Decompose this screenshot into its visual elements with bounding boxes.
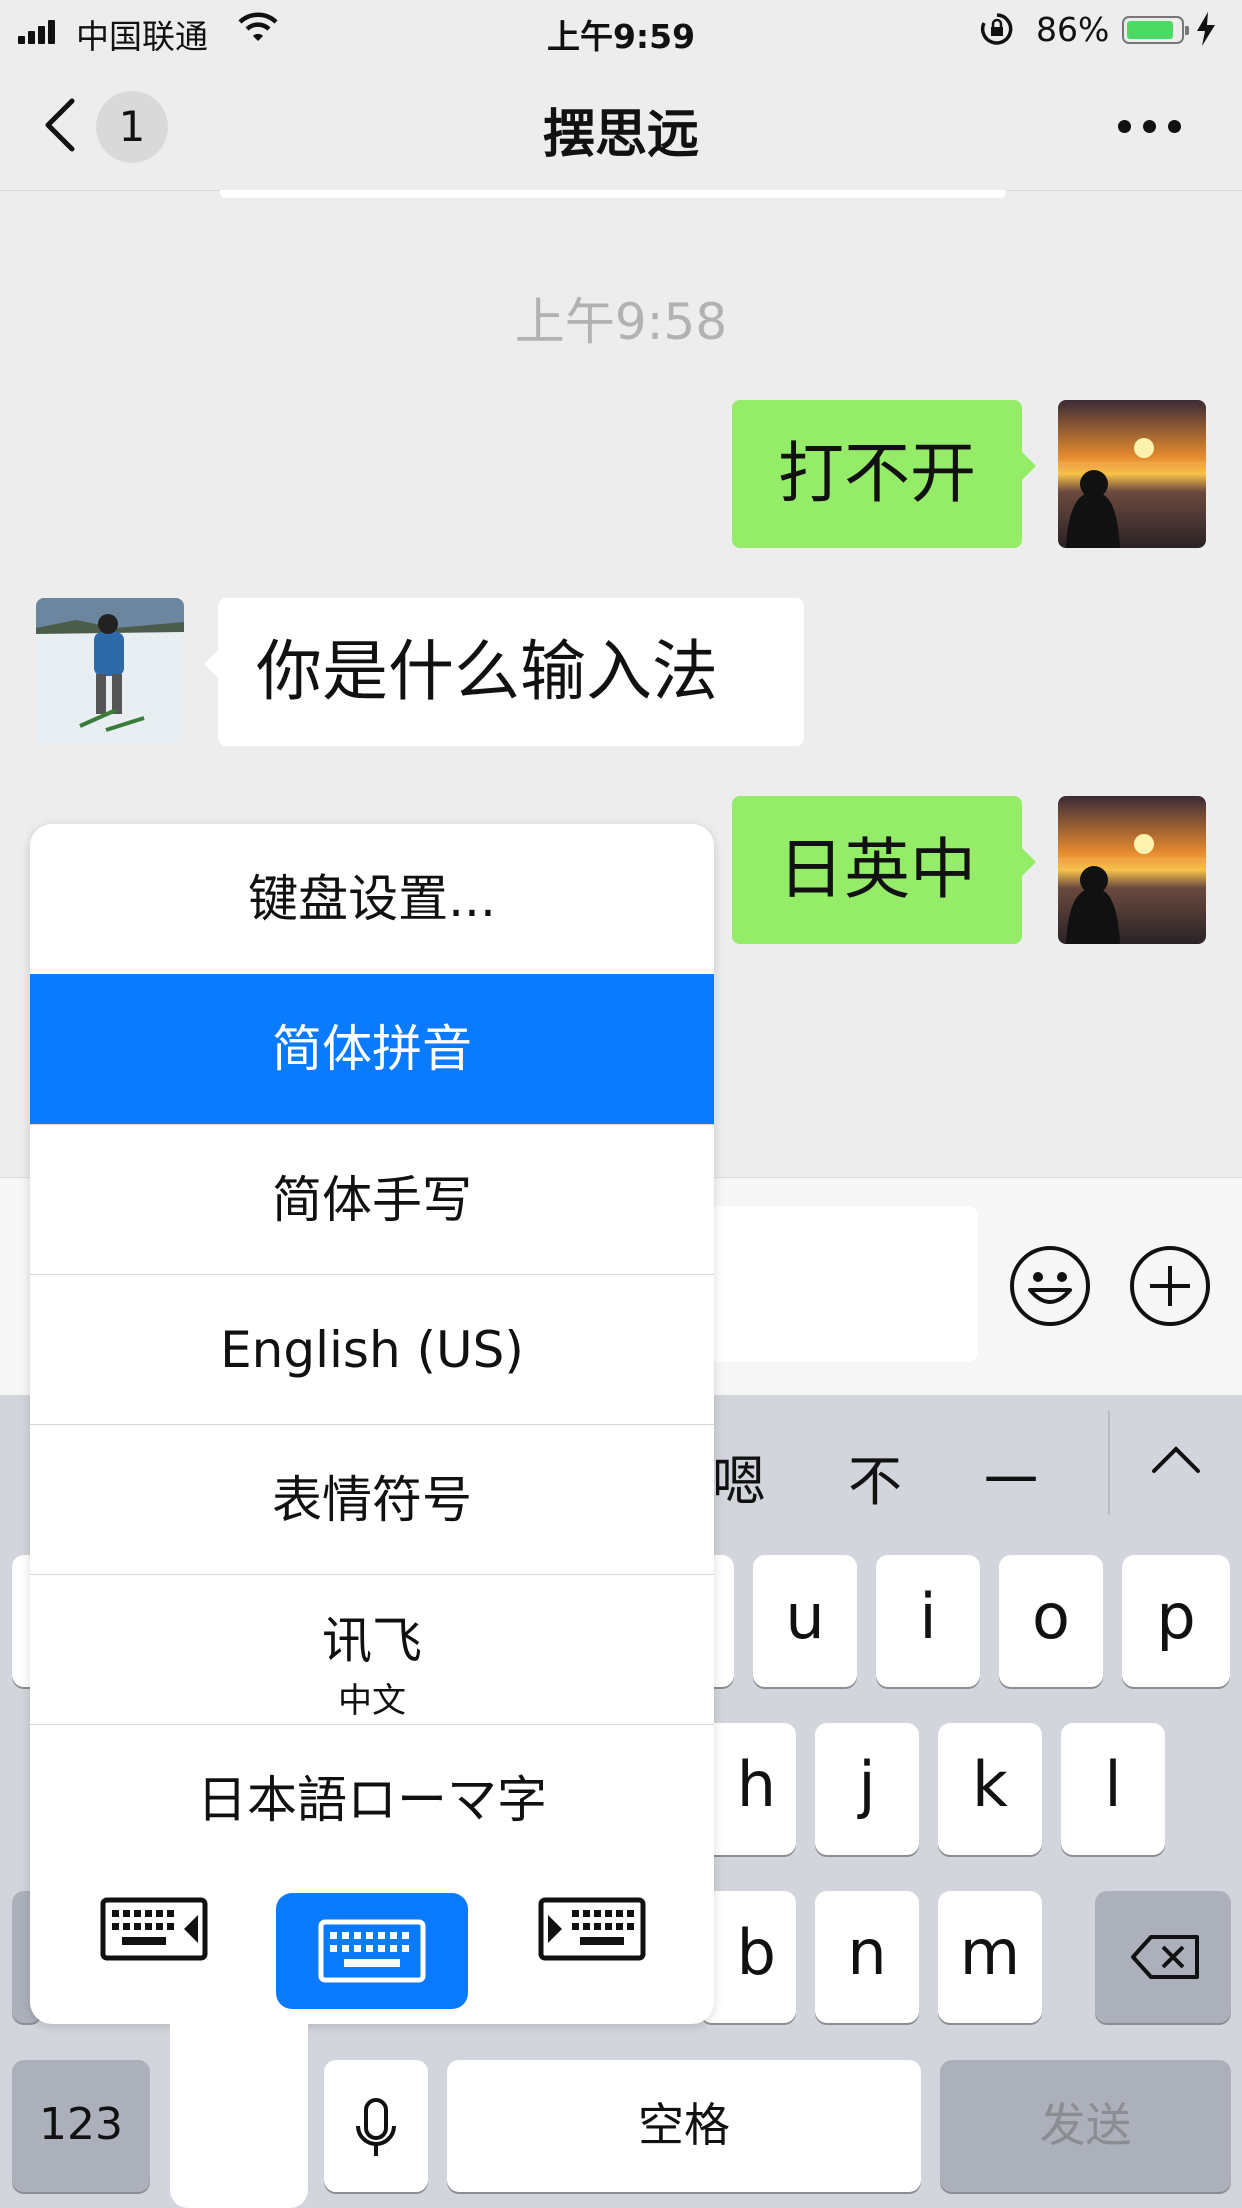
key-m[interactable]: m (938, 1891, 1042, 2023)
candidate-word[interactable]: 不 (848, 1437, 902, 1516)
previous-message-edge (220, 190, 1006, 198)
charging-bolt-icon (1197, 12, 1215, 46)
avatar-self[interactable] (1058, 400, 1206, 548)
message-bubble-received[interactable]: 你是什么输入法 (204, 598, 804, 746)
key-j[interactable]: j (815, 1723, 919, 1855)
candidate-word[interactable]: 嗯 (712, 1437, 766, 1516)
input-method-item[interactable]: 简体手写 (30, 1124, 714, 1274)
numbers-key[interactable]: 123 (12, 2060, 150, 2192)
input-method-sublabel: 中文 (338, 1681, 406, 1721)
avatar-self[interactable] (1058, 796, 1206, 944)
dictation-key[interactable] (324, 2060, 428, 2192)
more-icon[interactable] (1118, 120, 1182, 134)
input-method-item[interactable]: English (US) (30, 1274, 714, 1424)
message-timestamp: 上午9:58 (514, 293, 728, 351)
avatar-contact[interactable] (36, 598, 184, 746)
key-p[interactable]: p (1122, 1555, 1230, 1687)
chat-navbar: 1 摆思远 (0, 62, 1242, 191)
battery-icon (1122, 16, 1189, 44)
microphone-icon (356, 2098, 396, 2156)
input-method-item[interactable]: 表情符号 (30, 1424, 714, 1574)
key-k[interactable]: k (938, 1723, 1042, 1855)
input-method-item[interactable]: 讯飞 中文 (30, 1574, 714, 1724)
keyboard-right-icon[interactable] (538, 1897, 646, 1961)
keyboard-switcher-menu: 键盘设置... 简体拼音 简体手写 English (US) 表情符号 讯飞 中… (30, 824, 714, 2024)
keyboard-full-icon (318, 1919, 426, 1983)
keyboard-left-icon[interactable] (100, 1897, 208, 1961)
space-key[interactable]: 空格 (447, 2060, 921, 2192)
backspace-key[interactable] (1095, 1891, 1231, 2023)
chevron-up-icon[interactable] (1150, 1445, 1202, 1475)
send-key[interactable]: 发送 (940, 2060, 1231, 2192)
key-o[interactable]: o (999, 1555, 1103, 1687)
message-bubble-sent[interactable]: 日英中 (732, 796, 1036, 944)
input-method-label: 讯飞 (322, 1612, 422, 1670)
keyboard-full-button[interactable] (276, 1893, 468, 2009)
battery-percent: 86% (1036, 10, 1110, 49)
key-l[interactable]: l (1061, 1723, 1165, 1855)
plus-circle-icon[interactable] (1128, 1244, 1212, 1328)
keyboard-settings-item[interactable]: 键盘设置... (30, 824, 714, 974)
orientation-lock-icon (980, 13, 1013, 45)
input-method-item[interactable]: 日本語ローマ字 (30, 1724, 714, 1874)
status-bar: 中国联通 上午9:59 86% (0, 0, 1242, 62)
key-b[interactable]: b (700, 1891, 796, 2023)
page-title: 摆思远 (542, 105, 699, 165)
candidate-divider (1108, 1411, 1110, 1515)
globe-key-tab[interactable] (170, 2020, 308, 2208)
smiley-icon[interactable] (1008, 1244, 1092, 1328)
candidate-word[interactable]: 一 (984, 1437, 1038, 1516)
message-bubble-sent[interactable]: 打不开 (732, 400, 1036, 548)
key-i[interactable]: i (876, 1555, 980, 1687)
input-method-item-selected[interactable]: 简体拼音 (30, 974, 714, 1124)
key-u[interactable]: u (753, 1555, 857, 1687)
key-h[interactable]: h (700, 1723, 796, 1855)
backspace-icon (1131, 1935, 1199, 1979)
key-n[interactable]: n (815, 1891, 919, 2023)
